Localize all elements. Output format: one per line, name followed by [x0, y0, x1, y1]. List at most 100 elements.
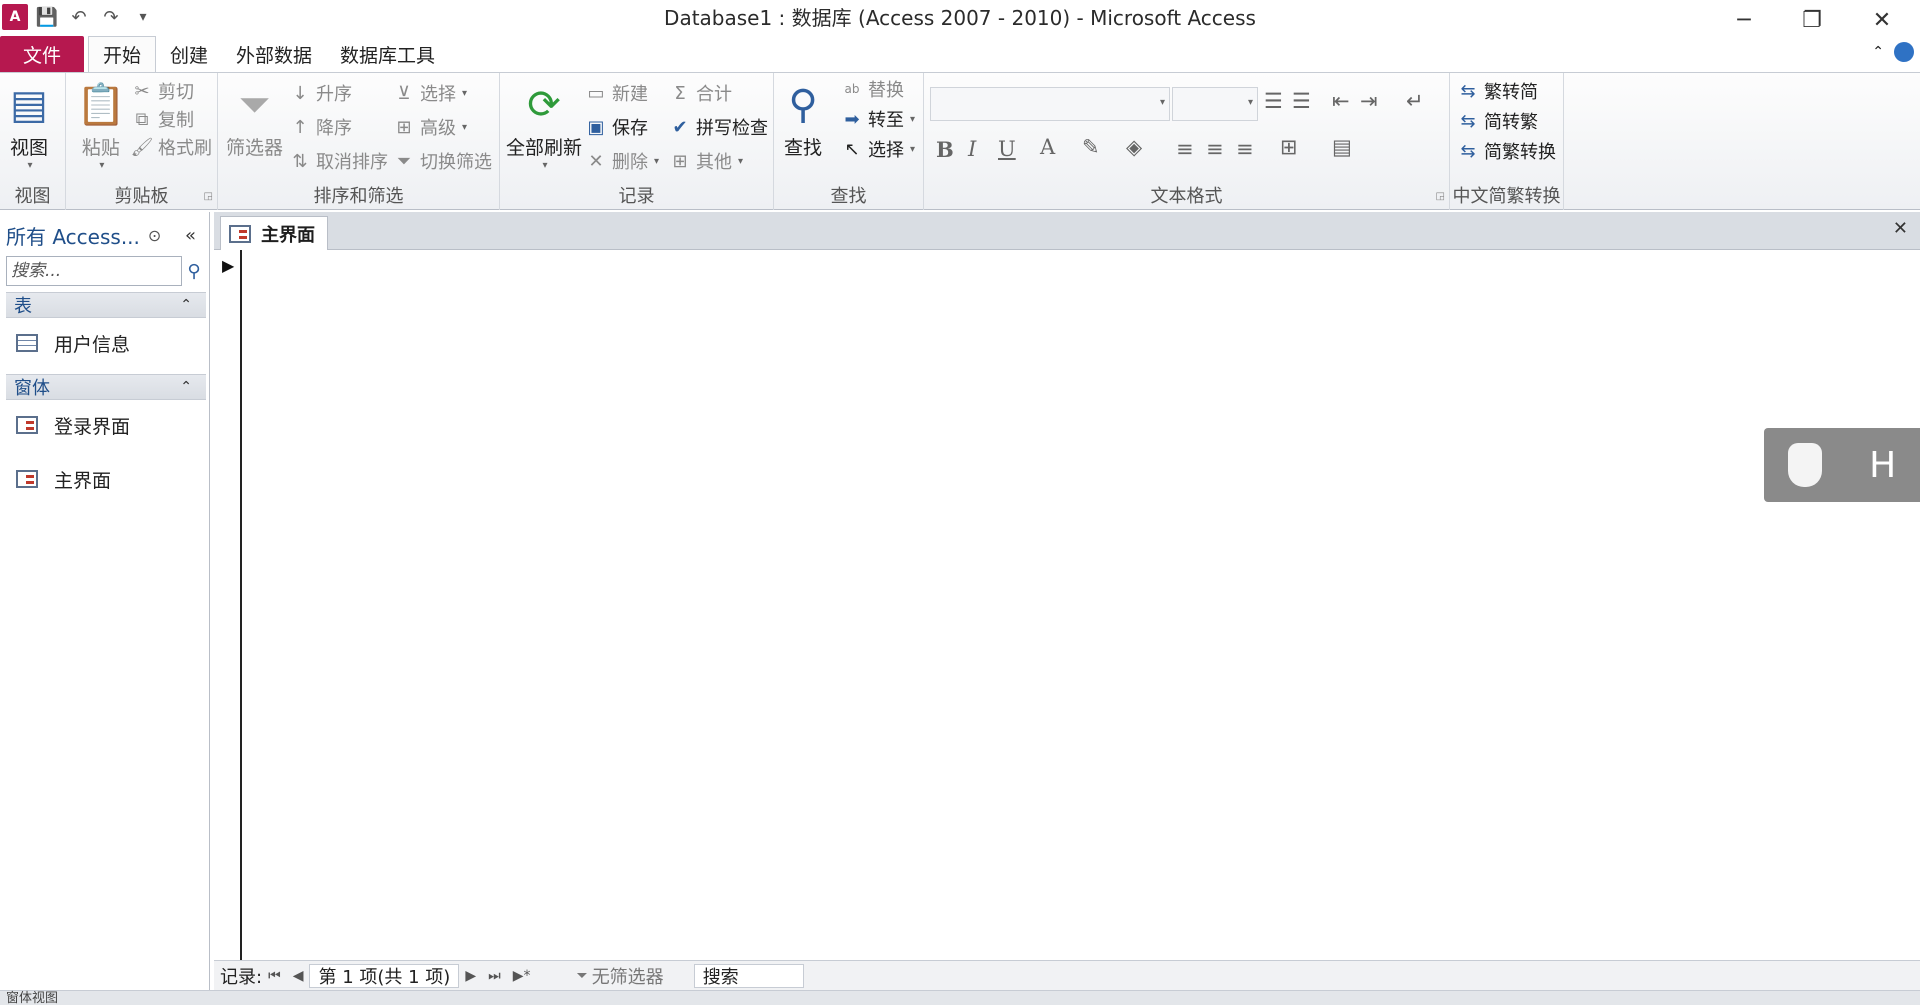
- italic-button[interactable]: I: [968, 137, 976, 161]
- save-icon[interactable]: 💾: [34, 4, 60, 30]
- selection-filter-icon: ⊻: [397, 82, 411, 104]
- first-record-icon[interactable]: ⏮: [268, 968, 281, 984]
- tab-database-tools[interactable]: 数据库工具: [326, 36, 449, 72]
- last-record-icon[interactable]: ⏭: [488, 968, 501, 984]
- align-center-icon[interactable]: ≡: [1206, 137, 1224, 161]
- nav-section-tables[interactable]: 表 ⌃: [6, 292, 206, 318]
- decrease-indent-icon[interactable]: ⇤: [1332, 89, 1350, 113]
- dialog-launcher-icon[interactable]: ◲: [204, 191, 213, 202]
- nav-section-forms[interactable]: 窗体 ⌃: [6, 374, 206, 400]
- record-selector[interactable]: ▶: [214, 250, 242, 960]
- nav-menu-icon[interactable]: ⊙: [148, 226, 161, 245]
- minimize-button[interactable]: ─: [1714, 2, 1774, 38]
- paste-button[interactable]: 📋 粘贴 ▾: [76, 79, 126, 171]
- find-button[interactable]: ⚲ 查找: [784, 79, 822, 160]
- refresh-icon: ⟳: [527, 82, 561, 128]
- tab-create[interactable]: 创建: [156, 36, 222, 72]
- sigma-icon: Σ: [674, 82, 686, 104]
- collapse-pane-icon[interactable]: «: [185, 225, 196, 246]
- bullets-icon[interactable]: ☰: [1264, 89, 1283, 113]
- format-painter-icon: 🖌: [130, 136, 154, 158]
- numbering-icon[interactable]: ☰: [1292, 89, 1311, 113]
- close-document-icon[interactable]: ✕: [1893, 218, 1908, 239]
- restore-button[interactable]: ❐: [1782, 2, 1842, 38]
- replace-icon: ab: [844, 82, 860, 96]
- redo-icon[interactable]: ↷: [98, 4, 124, 30]
- next-record-icon[interactable]: ▶: [465, 968, 476, 984]
- replace-button[interactable]: ab 替换: [840, 75, 905, 103]
- new-record-icon[interactable]: ▶*: [513, 968, 531, 984]
- spelling-check-icon: ✔: [672, 116, 688, 138]
- fill-color-icon[interactable]: ◈: [1126, 135, 1142, 159]
- group-find: ⚲ 查找 ab 替换 ➡ 转至 ▾ ↖ 选择 ▾ 查找: [774, 73, 924, 210]
- font-size-combo[interactable]: ▾: [1172, 87, 1258, 121]
- form-view-area[interactable]: ▶: [214, 250, 1920, 960]
- underline-button[interactable]: U: [998, 137, 1016, 161]
- tab-home[interactable]: 开始: [88, 36, 157, 72]
- font-name-combo[interactable]: ▾: [930, 87, 1170, 121]
- goto-button[interactable]: ➡ 转至 ▾: [840, 105, 915, 133]
- nav-pane-header[interactable]: 所有 Access... ⊙ «: [6, 220, 206, 250]
- align-left-icon[interactable]: ≡: [1176, 137, 1194, 161]
- font-color-button[interactable]: A: [1040, 135, 1055, 159]
- chevron-up-icon: ⌃: [180, 297, 192, 313]
- select-button[interactable]: ↖ 选择 ▾: [840, 135, 915, 163]
- undo-icon[interactable]: ↶: [66, 4, 92, 30]
- delete-icon: ✕: [588, 150, 604, 172]
- nav-item-login-form[interactable]: 登录界面: [16, 410, 130, 440]
- dialog-launcher-icon[interactable]: ◲: [1436, 191, 1445, 202]
- gridlines-icon[interactable]: ⊞: [1280, 135, 1298, 159]
- nav-item-main-form[interactable]: 主界面: [16, 464, 111, 494]
- save-record-button[interactable]: ▣ 保存: [584, 113, 648, 141]
- bold-button[interactable]: B: [936, 137, 954, 162]
- copy-button[interactable]: ⧉ 复制: [130, 105, 194, 133]
- highlight-icon[interactable]: ✎: [1082, 135, 1100, 159]
- help-icon[interactable]: [1894, 42, 1914, 62]
- tab-external-data[interactable]: 外部数据: [222, 36, 326, 72]
- advanced-filter-button[interactable]: ⊞ 高级 ▾: [392, 113, 467, 141]
- chevron-down-icon: ▾: [654, 155, 660, 167]
- close-button[interactable]: ✕: [1852, 2, 1912, 38]
- cut-button[interactable]: ✂ 剪切: [130, 77, 194, 105]
- traditional-to-simplified-icon: ⇆: [1460, 80, 1476, 102]
- table-icon: [16, 334, 38, 352]
- document-tab-strip: 主界面 ✕: [214, 212, 1920, 250]
- simplified-to-traditional-button[interactable]: ⇆ 简转繁: [1456, 107, 1538, 135]
- filter-status-button[interactable]: ⏷ 无筛选器: [576, 963, 663, 989]
- chinese-convert-button[interactable]: ⇆ 简繁转换: [1456, 137, 1556, 165]
- nav-item-user-info[interactable]: 用户信息: [16, 328, 130, 358]
- delete-record-button[interactable]: ✕ 删除 ▾: [584, 147, 659, 175]
- refresh-all-button[interactable]: ⟳ 全部刷新 ▾: [506, 79, 582, 171]
- spelling-button[interactable]: ✔ 拼写检查: [668, 113, 768, 141]
- format-painter-button[interactable]: 🖌 格式刷: [130, 133, 212, 161]
- more-button[interactable]: ⊞ 其他 ▾: [668, 147, 743, 175]
- alternate-row-color-icon[interactable]: ▤: [1332, 135, 1352, 159]
- remove-sort-button[interactable]: ⇅ 取消排序: [288, 147, 388, 175]
- nav-search-input[interactable]: 搜索...: [6, 256, 182, 286]
- align-right-icon[interactable]: ≡: [1236, 137, 1254, 161]
- view-button[interactable]: ▤ 视图 ▾: [10, 79, 48, 171]
- current-record-field[interactable]: 第 1 项(共 1 项): [309, 963, 460, 988]
- filter-button[interactable]: ⏷ 筛选器: [226, 79, 283, 160]
- selection-filter-button[interactable]: ⊻ 选择 ▾: [392, 79, 467, 107]
- access-app-icon[interactable]: A: [2, 4, 28, 30]
- totals-button[interactable]: Σ 合计: [668, 79, 732, 107]
- tab-file[interactable]: 文件: [0, 36, 84, 72]
- chevron-down-icon: ▾: [1159, 97, 1165, 108]
- sort-descending-button[interactable]: ↑ 降序: [288, 113, 352, 141]
- floating-widget[interactable]: H: [1764, 428, 1920, 502]
- minimize-ribbon-icon[interactable]: ⌃: [1872, 44, 1884, 60]
- chevron-down-icon: ▾: [99, 160, 105, 171]
- traditional-to-simplified-button[interactable]: ⇆ 繁转简: [1456, 77, 1538, 105]
- paragraph-icon[interactable]: ↵: [1406, 89, 1424, 113]
- search-icon[interactable]: ⚲: [182, 256, 206, 286]
- sort-ascending-button[interactable]: ↓ 升序: [288, 79, 352, 107]
- customize-qat-icon[interactable]: ▾: [130, 4, 156, 30]
- document-tab-main-form[interactable]: 主界面: [220, 216, 328, 250]
- increase-indent-icon[interactable]: ⇥: [1360, 89, 1378, 113]
- toggle-filter-button[interactable]: ⏷ 切换筛选: [392, 147, 492, 175]
- new-record-button[interactable]: ▭ 新建: [584, 79, 648, 107]
- quick-access-toolbar: A 💾 ↶ ↷ ▾: [0, 0, 156, 34]
- previous-record-icon[interactable]: ◀: [293, 968, 304, 984]
- record-search-input[interactable]: 搜索: [693, 963, 804, 988]
